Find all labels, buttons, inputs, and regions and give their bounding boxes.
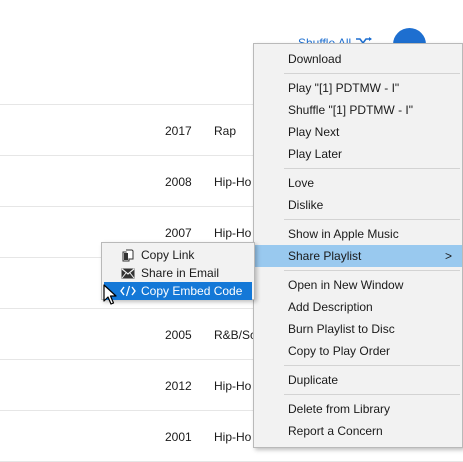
mouse-pointer-icon [103, 284, 117, 305]
menu-separator [284, 394, 460, 395]
year-cell: 2012 [165, 379, 192, 393]
document-icon [120, 248, 136, 262]
submenu-item-copy-link[interactable]: Copy Link [104, 246, 252, 264]
menu-item-show-in-apple-music[interactable]: Show in Apple Music [254, 223, 462, 245]
menu-item-play-next[interactable]: Play Next [254, 121, 462, 143]
share-submenu: Copy Link Share in Email Copy Embed Code [101, 242, 255, 300]
menu-separator [284, 365, 460, 366]
genre-cell: Hip-Ho [214, 226, 252, 240]
menu-item-burn-playlist[interactable]: Burn Playlist to Disc [254, 318, 462, 340]
genre-cell: Hip-Ho [214, 379, 252, 393]
menu-separator [284, 270, 460, 271]
envelope-icon [120, 266, 136, 280]
menu-item-shuffle[interactable]: Shuffle "[1] PDTMW - I" [254, 99, 462, 121]
year-cell: 2017 [165, 124, 192, 138]
menu-item-play-later[interactable]: Play Later [254, 143, 462, 165]
context-menu: Download Play "[1] PDTMW - I" Shuffle "[… [253, 43, 463, 448]
chevron-right-icon: > [444, 249, 452, 263]
year-cell: 2007 [165, 226, 192, 240]
submenu-item-label: Copy Link [141, 248, 195, 262]
menu-separator [284, 168, 460, 169]
code-icon [120, 284, 136, 298]
menu-item-add-description[interactable]: Add Description [254, 296, 462, 318]
genre-cell: R&B/Sc [214, 328, 257, 342]
genre-cell: Hip-Ho [214, 430, 252, 444]
genre-cell: Hip-Ho [214, 175, 252, 189]
year-cell: 2005 [165, 328, 192, 342]
menu-item-duplicate[interactable]: Duplicate [254, 369, 462, 391]
menu-item-share-playlist[interactable]: Share Playlist > [254, 245, 462, 267]
menu-item-download[interactable]: Download [254, 48, 462, 70]
menu-item-dislike[interactable]: Dislike [254, 194, 462, 216]
menu-separator [284, 73, 460, 74]
year-cell: 2008 [165, 175, 192, 189]
menu-separator [284, 219, 460, 220]
submenu-item-copy-embed-code[interactable]: Copy Embed Code [104, 282, 252, 300]
menu-item-love[interactable]: Love [254, 172, 462, 194]
menu-item-play[interactable]: Play "[1] PDTMW - I" [254, 77, 462, 99]
menu-item-open-new-window[interactable]: Open in New Window [254, 274, 462, 296]
submenu-item-label: Copy Embed Code [141, 284, 243, 298]
menu-item-report-concern[interactable]: Report a Concern [254, 420, 462, 442]
menu-item-copy-to-play-order[interactable]: Copy to Play Order [254, 340, 462, 362]
menu-item-delete-from-library[interactable]: Delete from Library [254, 398, 462, 420]
submenu-item-label: Share in Email [141, 266, 220, 280]
menu-item-label: Share Playlist [288, 249, 362, 263]
genre-cell: Rap [214, 124, 237, 138]
year-cell: 2001 [165, 430, 192, 444]
submenu-item-share-email[interactable]: Share in Email [104, 264, 252, 282]
